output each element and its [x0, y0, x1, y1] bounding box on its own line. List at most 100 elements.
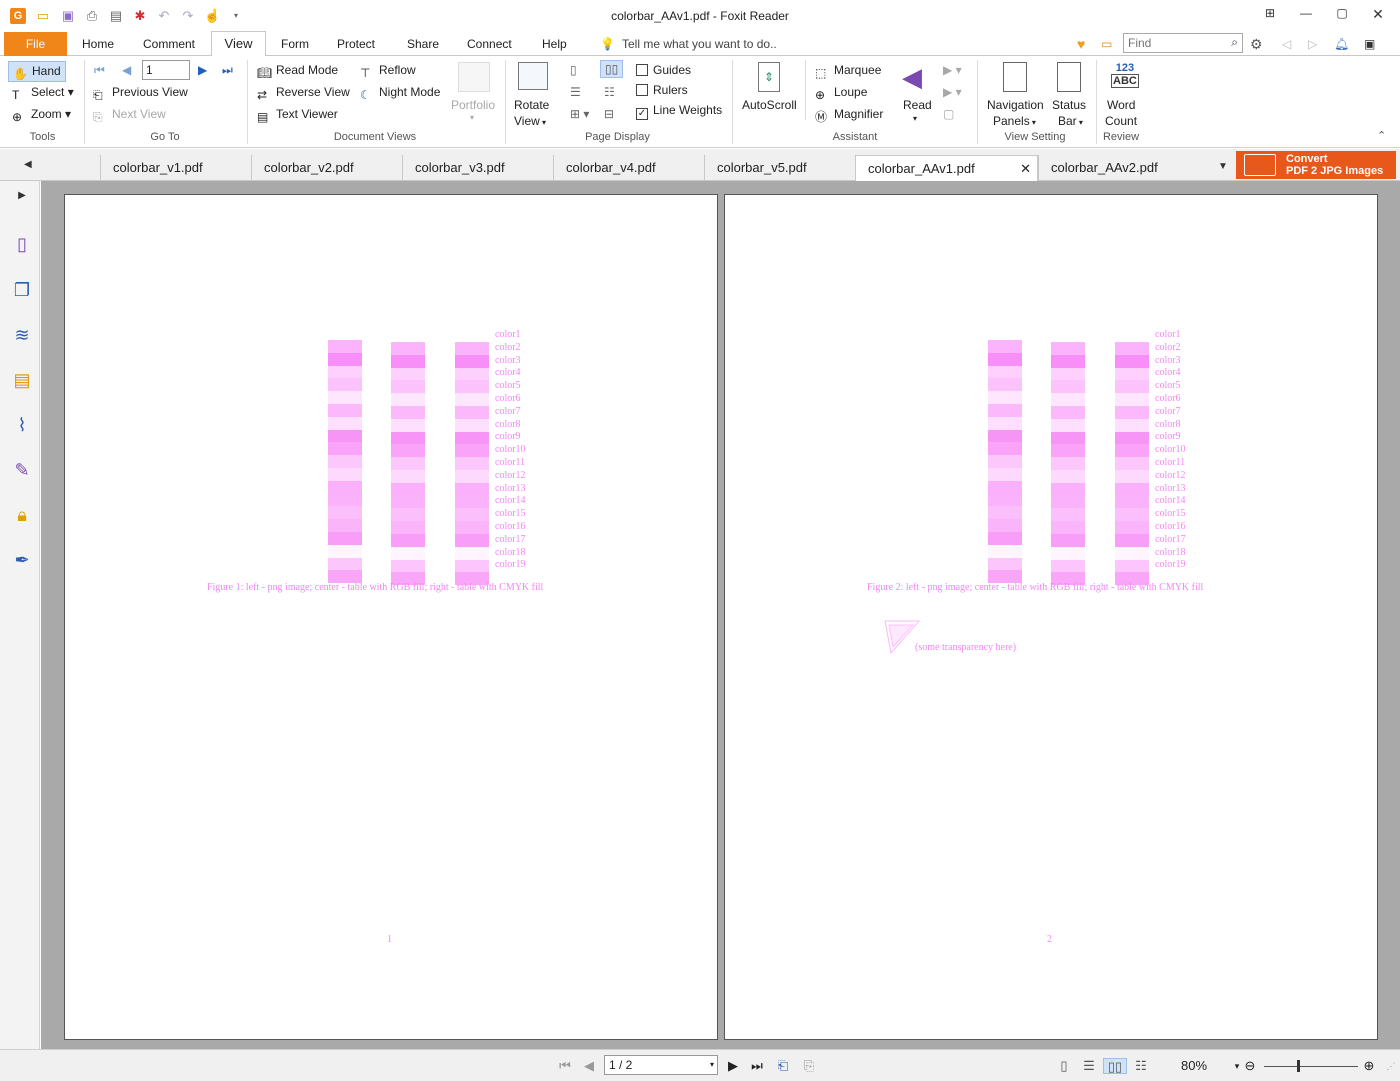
- menu-help[interactable]: Help: [540, 32, 569, 56]
- tell-me-search[interactable]: Tell me what you want to do..: [620, 32, 779, 56]
- reverse-view-button[interactable]: ⇄ Reverse View: [257, 84, 350, 102]
- security-lock-icon[interactable]: 🔒︎: [11, 504, 33, 526]
- single-page-mode-icon[interactable]: ▯: [1055, 1058, 1073, 1074]
- menu-share[interactable]: Share: [405, 32, 441, 56]
- close-tab-icon[interactable]: ✕: [1020, 156, 1031, 182]
- customize-quick-access-icon[interactable]: ▾: [228, 8, 244, 24]
- search-icon[interactable]: ⌕: [1231, 35, 1238, 50]
- zoom-slider-track[interactable]: [1264, 1066, 1358, 1067]
- pages-thumbnail-icon[interactable]: ❐: [11, 279, 33, 301]
- find-input[interactable]: [1124, 34, 1222, 52]
- night-mode-button[interactable]: ☾ Night Mode: [360, 84, 440, 102]
- tab-colorbar-v4[interactable]: colorbar_v4.pdf: [553, 155, 703, 181]
- rotate-view-button-line2[interactable]: View ▾: [514, 113, 546, 131]
- resize-grip-icon[interactable]: ⋰: [1382, 1058, 1400, 1074]
- signature-icon[interactable]: ✎: [11, 459, 33, 481]
- rulers-check[interactable]: [636, 84, 648, 96]
- next-page-icon[interactable]: ▶: [198, 62, 207, 78]
- continuous-page-icon[interactable]: ☰: [570, 84, 581, 100]
- redo-icon[interactable]: ↷: [180, 8, 196, 24]
- rulers-checkbox[interactable]: Rulers: [636, 82, 688, 98]
- hand-tool-button[interactable]: ✋ Hand: [8, 61, 66, 82]
- tab-list-dropdown-icon[interactable]: ▼: [1218, 159, 1228, 175]
- maximize-button[interactable]: ▢: [1332, 6, 1352, 24]
- marquee-button[interactable]: ⬚ Marquee: [815, 62, 881, 80]
- rotate-view-button[interactable]: Rotate: [514, 97, 549, 113]
- layers-icon[interactable]: ≋: [11, 324, 33, 346]
- separate-cover-icon[interactable]: ⊟: [604, 106, 614, 122]
- text-viewer-button[interactable]: ▤ Text Viewer: [257, 106, 338, 124]
- menu-home[interactable]: Home: [80, 32, 116, 56]
- previous-page-nav-icon[interactable]: ◀: [580, 1058, 598, 1074]
- word-count-line2[interactable]: Count: [1105, 113, 1137, 129]
- read-dropdown-icon[interactable]: ▾: [913, 111, 917, 127]
- convert-pdf-ad-button[interactable]: Convert PDF 2 JPG Images: [1236, 151, 1396, 179]
- previous-page-icon[interactable]: ◀: [122, 62, 131, 78]
- first-page-icon[interactable]: ⏮: [94, 62, 105, 78]
- collapse-ribbon-icon[interactable]: ⌃: [1377, 128, 1386, 144]
- heart-icon[interactable]: ♥: [1075, 32, 1087, 56]
- print-icon[interactable]: ⎙: [84, 8, 100, 24]
- page-number-input[interactable]: 1: [142, 60, 190, 80]
- zoom-slider-thumb[interactable]: [1297, 1060, 1300, 1072]
- read-option-1-icon[interactable]: ▶ ▾: [943, 62, 962, 78]
- forward-arrow-icon[interactable]: ▷: [1306, 32, 1319, 56]
- notification-bell-icon[interactable]: 🔔︎: [1332, 32, 1351, 56]
- next-page-nav-icon[interactable]: ▶: [724, 1058, 742, 1074]
- expand-panel-icon[interactable]: ▶: [11, 185, 33, 207]
- zoom-tool-button[interactable]: ⊕ Zoom ▾: [12, 106, 71, 124]
- tab-colorbar-aav2[interactable]: colorbar_AAv2.pdf: [1038, 155, 1188, 181]
- undo-icon[interactable]: ↶: [156, 8, 172, 24]
- continuous-facing-mode-icon[interactable]: ☷: [1132, 1058, 1150, 1074]
- facing-mode-icon[interactable]: ▯▯: [1103, 1058, 1127, 1074]
- status-bar-line2[interactable]: Bar ▾: [1058, 113, 1083, 131]
- find-box[interactable]: ⌕: [1123, 33, 1243, 53]
- two-page-continuous-icon[interactable]: ☷: [604, 84, 615, 100]
- menu-file[interactable]: File: [4, 32, 67, 56]
- previous-view-button[interactable]: ⎗ Previous View: [93, 84, 188, 102]
- open-folder-icon[interactable]: ▭: [35, 8, 51, 24]
- comments-icon[interactable]: ▤: [11, 369, 33, 391]
- hand-tool-quick-icon[interactable]: ☝: [204, 8, 220, 24]
- back-arrow-icon[interactable]: ◁: [1280, 32, 1293, 56]
- restore-panels-icon[interactable]: ⊞: [1260, 6, 1280, 24]
- document-viewport[interactable]: color1 color2 color3 color4 color5 color6 colo…: [41, 181, 1400, 1049]
- read-option-3-icon[interactable]: ▢: [943, 106, 954, 122]
- line-weights-checkbox[interactable]: ✓ Line Weights: [636, 102, 722, 120]
- zoom-out-icon[interactable]: ⊖: [1241, 1058, 1259, 1074]
- scroll-tabs-left-icon[interactable]: ◀: [24, 157, 32, 173]
- read-mode-button[interactable]: 📖︎ Read Mode: [257, 62, 338, 80]
- guides-checkbox[interactable]: Guides: [636, 62, 691, 78]
- scan-icon[interactable]: ▤: [108, 8, 124, 24]
- page-navigation-select[interactable]: 1 / 2 ▾: [604, 1055, 718, 1075]
- menu-connect[interactable]: Connect: [465, 32, 514, 56]
- navigation-panels-line2[interactable]: Panels ▾: [993, 113, 1036, 131]
- tab-colorbar-v5[interactable]: colorbar_v5.pdf: [704, 155, 854, 181]
- last-page-icon[interactable]: ⏭: [222, 62, 233, 78]
- menu-protect[interactable]: Protect: [335, 32, 377, 56]
- navigation-panels-button[interactable]: Navigation: [987, 97, 1044, 113]
- read-option-2-icon[interactable]: ▶ ▾: [943, 84, 962, 100]
- next-view-nav-icon[interactable]: ⎘: [800, 1058, 818, 1074]
- magnifier-button[interactable]: Ⓜ Magnifier: [815, 106, 883, 124]
- zoom-level[interactable]: 80%: [1172, 1058, 1216, 1074]
- reflow-button[interactable]: ⊤ Reflow: [360, 62, 416, 80]
- word-count-button[interactable]: Word: [1107, 97, 1135, 113]
- bookmark-icon[interactable]: ▯: [11, 233, 33, 255]
- status-bar-button[interactable]: Status: [1052, 97, 1086, 113]
- folder-search-icon[interactable]: ▭: [1099, 32, 1114, 56]
- tab-colorbar-v1[interactable]: colorbar_v1.pdf: [100, 155, 250, 181]
- first-page-nav-icon[interactable]: ⏮: [556, 1058, 574, 1074]
- autoscroll-button[interactable]: AutoScroll: [742, 97, 797, 113]
- new-document-icon[interactable]: ✱: [132, 8, 148, 24]
- zoom-in-icon[interactable]: ⊕: [1360, 1058, 1378, 1074]
- menu-form[interactable]: Form: [279, 32, 311, 56]
- read-button[interactable]: Read: [903, 97, 932, 113]
- single-page-icon[interactable]: ▯: [570, 62, 577, 78]
- loupe-button[interactable]: ⊕ Loupe: [815, 84, 867, 102]
- next-view-button[interactable]: ⎘ Next View: [93, 106, 166, 124]
- tab-colorbar-v3[interactable]: colorbar_v3.pdf: [402, 155, 552, 181]
- save-icon[interactable]: ▣: [60, 8, 76, 24]
- split-view-icon[interactable]: ⊞ ▾: [570, 106, 589, 122]
- minimize-button[interactable]: —: [1296, 6, 1316, 24]
